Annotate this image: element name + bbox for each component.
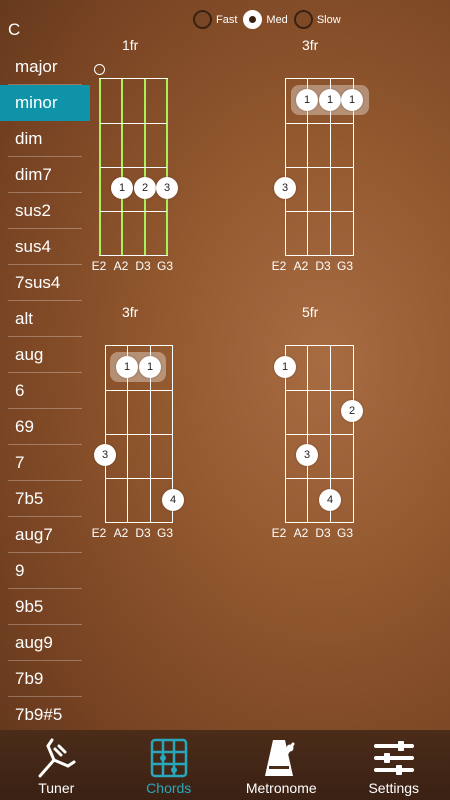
nav-metronome[interactable]: Metronome [225,730,338,800]
radio-selected-icon[interactable] [243,10,263,29]
string-name: E2 [91,526,107,540]
string-name: D3 [315,526,331,540]
chord-item-major[interactable]: major [0,49,90,85]
string-name: E2 [271,526,287,540]
speed-label-med: Med [266,13,288,26]
finger-dot: 3 [94,444,116,466]
fret-line [106,390,172,391]
tuning-fork-icon [38,738,76,778]
chord-item-sus2[interactable]: sus2 [0,193,90,229]
chord-item-9[interactable]: 9 [0,553,90,589]
chord-item-7b9[interactable]: 7b9 [0,661,90,697]
string-names: E2 A2 D3 G3 [268,526,356,540]
fret-line [286,211,353,212]
nav-chords-label: Chords [146,780,192,796]
speed-option-fast[interactable]: Fast [193,10,237,29]
chord-item-7b5[interactable]: 7b5 [0,481,90,517]
fret-line [286,390,353,391]
chord-item-alt[interactable]: alt [0,301,90,337]
nav-tuner[interactable]: Tuner [0,730,113,800]
string-name: G3 [156,526,173,540]
fret-line [286,167,353,168]
fret-line [286,478,353,479]
finger-dot: 1 [139,356,161,378]
fret-line [106,478,172,479]
string-name: D3 [135,259,151,273]
fret-position-label: 5fr [302,304,319,320]
metronome-icon [265,740,295,776]
finger-dot: 1 [319,89,341,111]
chord-item-dim[interactable]: dim [0,121,90,157]
finger-dot: 2 [341,400,363,422]
finger-dot: 1 [116,356,138,378]
fretboard-grid [99,78,168,256]
string-names: E2 A2 D3 G3 [88,259,176,273]
radio-icon[interactable] [293,10,313,29]
nav-settings-label: Settings [368,780,420,796]
finger-dot: 3 [296,444,318,466]
fret-position-label: 3fr [302,37,319,53]
finger-dot: 4 [319,489,341,511]
string-name: D3 [315,259,331,273]
string-name: A2 [113,259,129,273]
chord-item-aug[interactable]: aug [0,337,90,373]
chord-item-7sus4[interactable]: 7sus4 [0,265,90,301]
chord-item-9b5[interactable]: 9b5 [0,589,90,625]
speed-option-med[interactable]: Med [243,10,288,29]
finger-dot: 2 [134,177,156,199]
fret-line [106,434,172,435]
fret-line [286,434,353,435]
finger-dot: 1 [111,177,133,199]
chord-item-minor[interactable]: minor [0,85,90,121]
fret-position-label: 3fr [122,304,139,320]
fret-position-label: 1fr [122,37,139,53]
string-name: E2 [91,259,107,273]
chord-item-6[interactable]: 6 [0,373,90,409]
finger-dot: 1 [341,89,363,111]
string-name: G3 [156,259,173,273]
chord-grid-icon [150,738,187,778]
finger-dot: 3 [274,177,296,199]
string-name: E2 [271,259,287,273]
fret-line [100,167,167,168]
speed-option-slow[interactable]: Slow [293,10,341,29]
nav-chords[interactable]: Chords [113,730,226,800]
root-note-label[interactable]: C [8,20,20,40]
chord-item-aug7[interactable]: aug7 [0,517,90,553]
chord-type-sidebar: C major minor dim dim7 sus2 sus4 7sus4 a… [0,0,90,733]
finger-dot: 3 [156,177,178,199]
chord-type-list: major minor dim dim7 sus2 sus4 7sus4 alt… [0,49,90,733]
chord-item-dim7[interactable]: dim7 [0,157,90,193]
finger-dot: 4 [162,489,184,511]
chord-item-7[interactable]: 7 [0,445,90,481]
finger-dot: 1 [296,89,318,111]
chord-item-aug9[interactable]: aug9 [0,625,90,661]
string-name: A2 [293,526,309,540]
chord-item-69[interactable]: 69 [0,409,90,445]
fret-line [100,123,167,124]
speed-label-slow: Slow [316,13,341,26]
string-name: G3 [336,259,353,273]
chord-item-7b9-sharp5[interactable]: 7b9#5 [0,697,90,733]
string-name: G3 [336,526,353,540]
string-names: E2 A2 D3 G3 [88,526,176,540]
sliders-icon [373,741,414,775]
nav-metronome-label: Metronome [245,780,317,796]
finger-dot: 1 [274,356,296,378]
string-name: A2 [293,259,309,273]
fret-line [100,211,167,212]
speed-label-fast: Fast [216,13,238,26]
fret-line [286,123,353,124]
bottom-navigation-bar: Tuner Chords Metronome Settings [0,730,450,800]
string-name: D3 [135,526,151,540]
nav-settings[interactable]: Settings [338,730,450,800]
open-string-marker [94,64,105,75]
string-name: A2 [113,526,129,540]
nav-tuner-label: Tuner [38,780,75,796]
chord-item-sus4[interactable]: sus4 [0,229,90,265]
radio-icon[interactable] [193,10,212,29]
playback-speed-selector: Fast Med Slow [193,10,347,29]
string-names: E2 A2 D3 G3 [268,259,356,273]
